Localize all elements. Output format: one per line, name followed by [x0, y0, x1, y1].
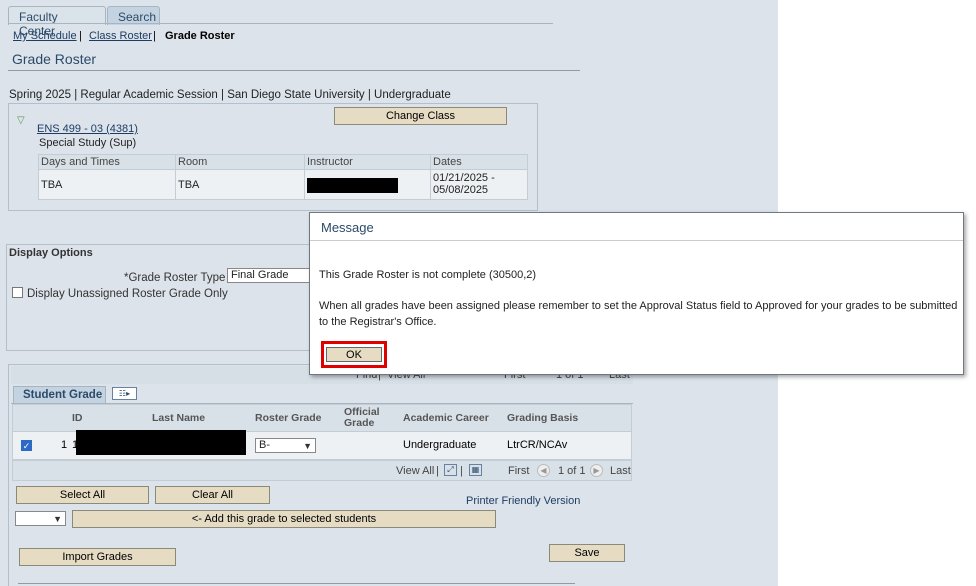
zoom-icon[interactable]: ⤢: [444, 464, 457, 476]
add-grade-button[interactable]: <- Add this grade to selected students: [72, 510, 496, 528]
column-header-id: ID: [72, 412, 83, 424]
column-header: Days and Times: [38, 154, 176, 170]
message-dialog: Message This Grade Roster is not complet…: [309, 212, 964, 375]
nav-separator: |: [436, 465, 439, 477]
last-link-bottom[interactable]: Last: [610, 465, 631, 477]
nav-separator: |: [460, 465, 463, 477]
change-class-button[interactable]: Change Class: [334, 107, 507, 125]
column-header-academic-career: Academic Career: [403, 412, 489, 424]
page-title: Grade Roster: [12, 51, 97, 67]
row-select-checkbox[interactable]: ✓: [21, 440, 32, 451]
grade-roster-type-label: *Grade Roster Type: [124, 272, 226, 284]
bottom-divider: [18, 583, 575, 584]
first-link-bottom[interactable]: First: [508, 465, 529, 477]
roster-grade-select[interactable]: B- ▼: [255, 438, 316, 453]
class-meeting-table: Days and Times Room Instructor Dates TBA…: [38, 154, 528, 200]
ok-button[interactable]: OK: [326, 347, 382, 362]
breadcrumb-grade-roster: Grade Roster: [165, 30, 235, 42]
unassigned-only-label: Display Unassigned Roster Grade Only: [27, 288, 228, 300]
next-arrow-icon[interactable]: ▶: [590, 464, 603, 477]
row-number: 1: [61, 439, 68, 451]
course-link[interactable]: ENS 499 - 03 (4381): [37, 123, 138, 135]
column-header: Dates: [430, 154, 528, 170]
select-all-button[interactable]: Select All: [16, 486, 149, 504]
printer-friendly-link[interactable]: Printer Friendly Version: [466, 495, 580, 507]
prev-arrow-icon[interactable]: ◀: [537, 464, 550, 477]
unassigned-only-checkbox[interactable]: [12, 287, 23, 298]
term-info: Spring 2025 | Regular Academic Session |…: [9, 89, 451, 101]
download-icon[interactable]: ▦: [469, 464, 482, 476]
display-options-title: Display Options: [9, 247, 93, 259]
checkmark-icon: ✓: [22, 441, 31, 451]
save-button[interactable]: Save: [549, 544, 625, 562]
breadcrumb-class-roster[interactable]: Class Roster: [89, 30, 152, 42]
grade-roster-type-select[interactable]: Final Grade: [227, 268, 312, 283]
breadcrumb-separator: |: [153, 30, 156, 42]
room-cell: TBA: [175, 169, 305, 200]
import-grades-button[interactable]: Import Grades: [19, 548, 176, 566]
select-value: Final Grade: [231, 269, 289, 281]
grading-basis-value: LtrCR/NCAv: [507, 439, 568, 451]
dates-end: 05/08/2025: [433, 184, 489, 196]
breadcrumb-my-schedule[interactable]: My Schedule: [13, 30, 77, 42]
grade-to-add-select[interactable]: ▼: [15, 511, 66, 526]
column-header-grading-basis: Grading Basis: [507, 412, 579, 424]
redacted-student-info: [76, 430, 246, 455]
view-all-link-bottom[interactable]: View All: [396, 465, 434, 477]
select-value: B-: [259, 439, 270, 451]
redacted-instructor: [307, 178, 398, 193]
range-bottom: 1 of 1: [558, 465, 586, 477]
dates-cell: 01/21/2025 -05/08/2025: [430, 169, 528, 200]
ok-highlight: OK: [321, 341, 387, 368]
course-description: Special Study (Sup): [39, 137, 137, 149]
clear-all-button[interactable]: Clear All: [155, 486, 270, 504]
message-title: Message: [321, 220, 374, 235]
breadcrumb-separator: |: [79, 30, 82, 42]
message-line-2: When all grades have been assigned pleas…: [319, 300, 958, 328]
message-title-divider: [310, 240, 963, 241]
column-header-official-grade-2: Grade: [344, 417, 375, 429]
column-header: Room: [175, 154, 305, 170]
tab-label: Search: [118, 10, 157, 24]
chevron-down-icon: ▼: [303, 441, 312, 451]
message-line-1: This Grade Roster is not complete (30500…: [319, 269, 537, 281]
tab-underline: [8, 23, 553, 24]
academic-career-value: Undergraduate: [403, 439, 477, 451]
column-header-roster-grade: Roster Grade: [255, 412, 322, 424]
expand-triangle-icon[interactable]: ▽: [17, 115, 25, 126]
column-header: Instructor: [304, 154, 431, 170]
title-divider: [8, 70, 580, 71]
chevron-down-icon: ▼: [53, 514, 62, 524]
days-times-cell: TBA: [38, 169, 176, 200]
student-grade-tab-label: Student Grade: [23, 389, 103, 401]
dates-start: 01/21/2025 -: [433, 172, 495, 184]
column-header-last-name: Last Name: [152, 412, 206, 424]
grid-options-icon[interactable]: ☷▸: [112, 387, 137, 400]
